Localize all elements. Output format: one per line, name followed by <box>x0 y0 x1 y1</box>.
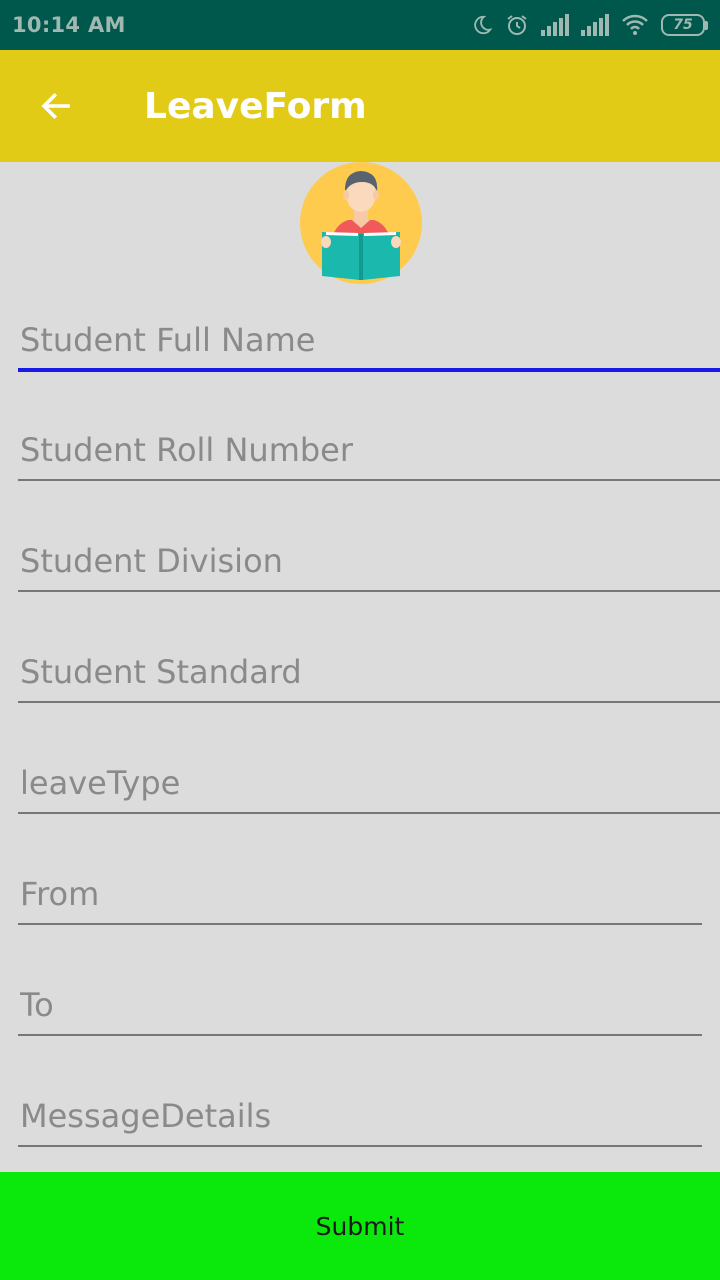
to-date-field <box>18 976 702 1036</box>
signal-icon <box>541 14 569 36</box>
signal-icon <box>581 14 609 36</box>
student-roll-number-input[interactable] <box>18 421 720 481</box>
wifi-icon <box>622 14 648 35</box>
to-date-input[interactable] <box>18 976 702 1036</box>
status-time: 10:14 AM <box>12 13 126 37</box>
student-division-field <box>18 532 720 592</box>
back-button[interactable] <box>28 78 84 134</box>
app-bar: LeaveForm <box>0 50 720 162</box>
alarm-icon <box>507 15 527 35</box>
battery-tip <box>705 20 708 30</box>
from-date-field <box>18 865 702 925</box>
student-full-name-field <box>18 312 720 372</box>
student-standard-input[interactable] <box>18 643 720 703</box>
arrow-left-icon <box>41 92 70 120</box>
leave-type-field <box>18 754 720 814</box>
status-bar: 10:14 AM 75 <box>0 0 720 50</box>
from-date-input[interactable] <box>18 865 702 925</box>
battery-icon: 75 <box>661 14 708 36</box>
student-reading-icon <box>300 162 422 284</box>
student-standard-field <box>18 643 720 703</box>
message-details-input[interactable] <box>18 1087 702 1147</box>
leave-type-input[interactable] <box>18 754 720 814</box>
page-title: LeaveForm <box>144 85 367 127</box>
submit-button[interactable]: Submit <box>0 1172 720 1280</box>
student-full-name-input[interactable] <box>18 312 720 372</box>
moon-icon <box>474 15 493 35</box>
student-roll-number-field <box>18 421 720 481</box>
battery-level: 75 <box>661 14 705 36</box>
message-details-field <box>18 1087 702 1147</box>
student-division-input[interactable] <box>18 532 720 592</box>
status-icons: 75 <box>471 13 708 37</box>
